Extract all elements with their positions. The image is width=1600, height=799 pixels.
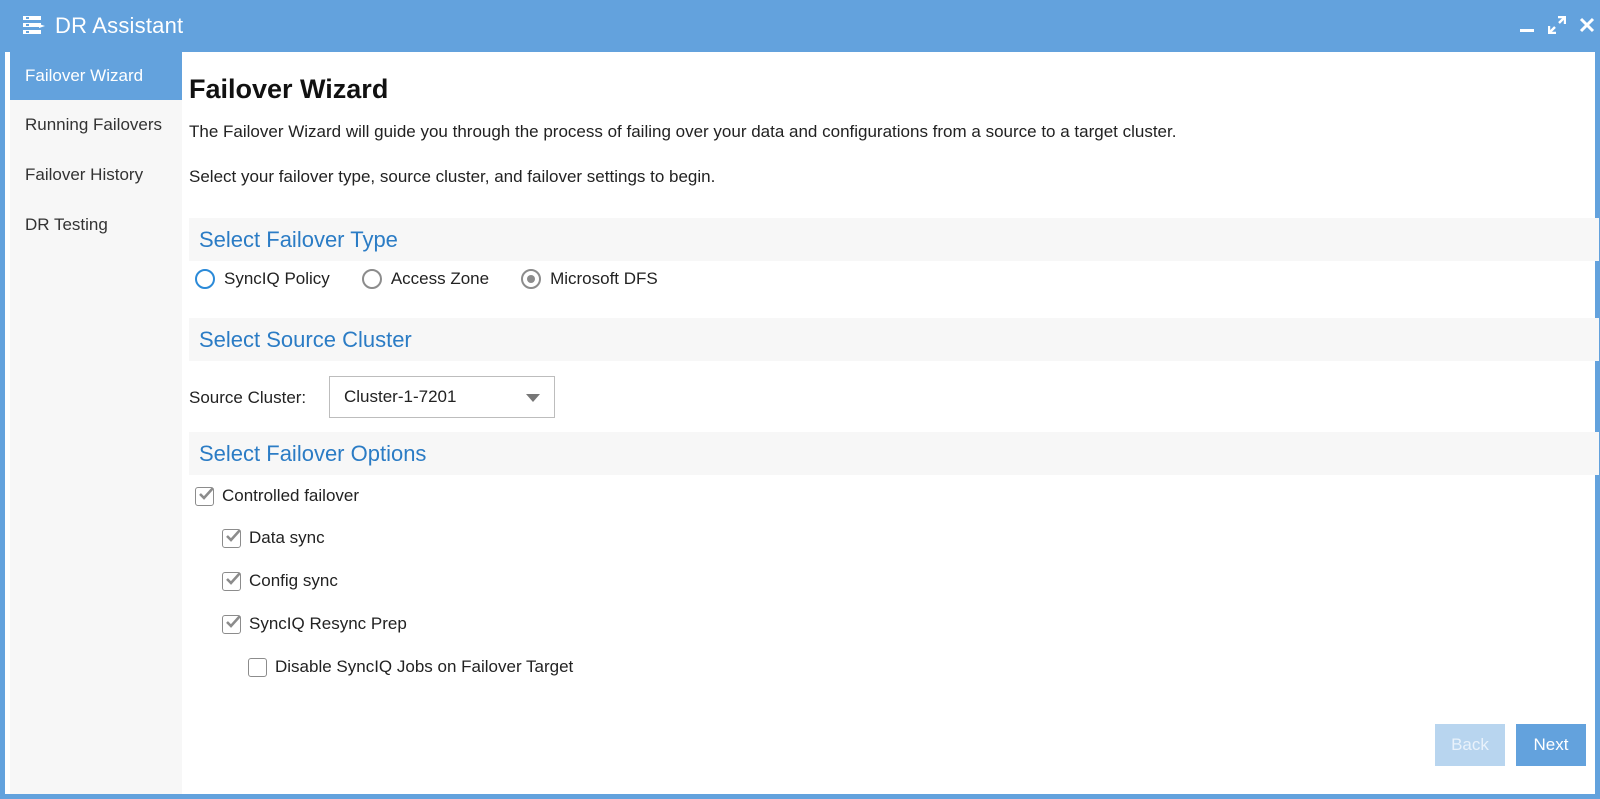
checkbox-checked-icon[interactable]: [222, 571, 241, 591]
radio-button[interactable]: [195, 269, 215, 289]
source-cluster-select[interactable]: Cluster-1-7201: [329, 376, 555, 418]
source-cluster-label: Source Cluster:: [189, 388, 307, 407]
checkbox-checked-icon[interactable]: [222, 528, 241, 548]
checkbox-label: Controlled failover: [222, 486, 360, 505]
checkbox-label: Config sync: [249, 571, 338, 590]
sidebar-item-running-failovers[interactable]: Running Failovers: [10, 100, 182, 150]
back-button[interactable]: Back: [1435, 724, 1505, 766]
radio-button[interactable]: [361, 269, 382, 289]
sidebar-item-dr-testing[interactable]: DR Testing: [10, 200, 182, 250]
window-title: DR Assistant: [55, 13, 184, 38]
next-button[interactable]: Next: [1516, 724, 1586, 766]
radio-label: SyncIQ Policy: [224, 269, 330, 288]
failover-type-heading: Select Failover Type: [189, 218, 1599, 261]
title-bar[interactable]: DR Assistant: [5, 0, 1600, 52]
main-content: Failover Wizard The Failover Wizard will…: [189, 52, 1599, 794]
checkbox-data-sync[interactable]: Data sync: [222, 528, 325, 548]
window-controls: [1517, 14, 1597, 36]
wizard-instructions: Select your failover type, source cluste…: [189, 167, 716, 186]
source-cluster-heading: Select Source Cluster: [189, 318, 1599, 361]
sidebar-item-failover-history[interactable]: Failover History: [10, 150, 182, 200]
radio-synciq-policy[interactable]: SyncIQ Policy: [195, 269, 330, 289]
checkbox-disable-synciq-jobs[interactable]: Disable SyncIQ Jobs on Failover Target: [248, 657, 573, 677]
radio-label: Microsoft DFS: [550, 269, 658, 288]
checkbox-unchecked-icon[interactable]: [248, 657, 267, 677]
sidebar-item-failover-wizard[interactable]: Failover Wizard: [10, 52, 182, 100]
close-icon[interactable]: [1577, 14, 1597, 36]
radio-button[interactable]: [521, 269, 542, 289]
checkbox-label: Disable SyncIQ Jobs on Failover Target: [275, 657, 574, 676]
minimize-icon[interactable]: [1517, 14, 1537, 36]
source-cluster-value: Cluster-1-7201: [344, 387, 457, 406]
wizard-description: The Failover Wizard will guide you throu…: [189, 122, 1177, 141]
maximize-icon[interactable]: [1547, 14, 1567, 36]
checkbox-label: Data sync: [249, 528, 325, 547]
radio-access-zone[interactable]: Access Zone: [361, 269, 490, 289]
chevron-down-icon: [526, 394, 540, 402]
checkbox-checked-icon[interactable]: [222, 614, 241, 634]
page-title: Failover Wizard: [189, 74, 389, 104]
radio-label: Access Zone: [390, 269, 490, 288]
sidebar-nav: Failover Wizard Running Failovers Failov…: [10, 52, 182, 794]
checkbox-label: SyncIQ Resync Prep: [249, 614, 407, 633]
failover-options-heading: Select Failover Options: [189, 432, 1599, 475]
checkbox-controlled-failover[interactable]: Controlled failover: [195, 486, 359, 506]
app-list-icon: [23, 16, 45, 36]
dr-assistant-window: DR Assistant Failover Wizard Running Fai…: [0, 0, 1600, 799]
checkbox-config-sync[interactable]: Config sync: [222, 571, 338, 591]
radio-selected-dot: [527, 275, 536, 283]
failover-type-radio-group: SyncIQ Policy Access Zone Microsoft DFS: [195, 269, 690, 289]
checkbox-synciq-resync-prep[interactable]: SyncIQ Resync Prep: [222, 614, 407, 634]
checkbox-checked-icon[interactable]: [195, 486, 214, 506]
radio-microsoft-dfs[interactable]: Microsoft DFS: [521, 269, 658, 289]
